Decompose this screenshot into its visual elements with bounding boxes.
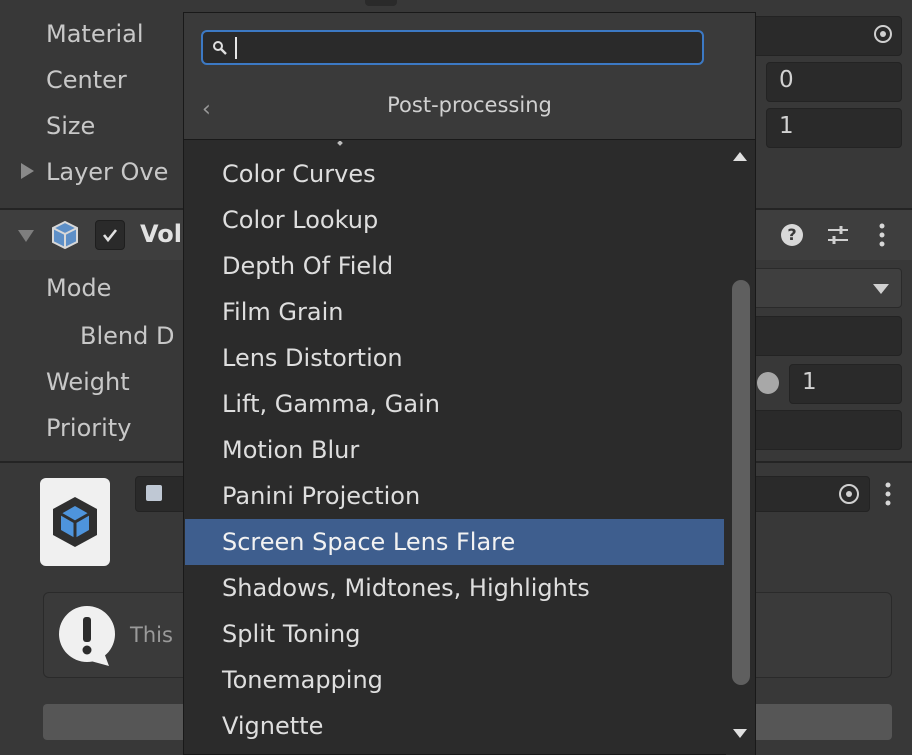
weight-label: Weight xyxy=(46,368,130,396)
volume-profile-cube-icon xyxy=(53,497,97,547)
blend-distance-field[interactable] xyxy=(750,316,902,356)
center-value: 0 xyxy=(779,67,794,93)
weight-field[interactable]: 1 xyxy=(789,364,902,404)
list-item[interactable]: Depth Of Field xyxy=(185,243,724,289)
asset-icon xyxy=(146,485,162,501)
material-field[interactable] xyxy=(750,16,902,56)
volume-component-title: Vol xyxy=(140,220,182,248)
list-item[interactable]: Film Grain xyxy=(185,289,724,335)
list-item[interactable]: Lift, Gamma, Gain xyxy=(185,381,724,427)
weight-value: 1 xyxy=(802,369,817,395)
material-label: Material xyxy=(46,20,144,48)
mode-dropdown[interactable] xyxy=(750,268,902,308)
weight-slider-handle[interactable] xyxy=(757,372,779,394)
scroll-up-arrow-icon[interactable] xyxy=(733,152,747,161)
text-caret xyxy=(235,37,237,59)
enable-checkbox[interactable] xyxy=(95,220,125,250)
search-input[interactable] xyxy=(201,30,704,65)
list-item[interactable]: Shadows, Midtones, Highlights xyxy=(185,565,724,611)
list-item[interactable]: Motion Blur xyxy=(185,427,724,473)
object-picker-icon[interactable] xyxy=(874,25,892,43)
mode-label: Mode xyxy=(46,274,112,302)
list-item[interactable]: Tonemapping xyxy=(185,657,724,703)
volume-cube-icon xyxy=(52,220,78,250)
foldout-arrow-down-icon[interactable] xyxy=(18,230,34,242)
top-clipped-control xyxy=(365,0,397,6)
category-title: Post-processing xyxy=(387,93,552,117)
kebab-menu-icon[interactable] xyxy=(882,481,894,507)
scroll-thumb[interactable] xyxy=(732,280,750,685)
list-item[interactable]: Lens Distortion xyxy=(185,335,724,381)
dropdown-arrow-icon xyxy=(873,284,889,294)
size-value: 1 xyxy=(779,113,794,139)
info-exclamation-icon xyxy=(59,606,115,666)
size-field[interactable]: 1 xyxy=(766,108,902,148)
search-icon xyxy=(213,41,227,55)
priority-field[interactable] xyxy=(750,410,902,450)
presets-icon[interactable] xyxy=(825,223,851,247)
layer-overrides-label[interactable]: Layer Ove xyxy=(46,158,168,186)
help-icon[interactable]: ? xyxy=(781,224,803,246)
size-label: Size xyxy=(46,112,96,140)
popup-header: ‹ Post-processing xyxy=(184,13,755,140)
list-item[interactable]: Vignette xyxy=(185,703,724,749)
foldout-arrow-icon[interactable] xyxy=(21,163,34,179)
info-text: This xyxy=(130,623,173,647)
center-field[interactable]: 0 xyxy=(766,62,902,102)
add-override-popup: ‹ Post-processing Color Curves Color Loo… xyxy=(183,12,756,755)
vertical-scrollbar[interactable] xyxy=(726,141,755,755)
clipped-item-remnant xyxy=(334,141,354,147)
checkmark-icon xyxy=(102,229,118,243)
list-item-selected[interactable]: Screen Space Lens Flare xyxy=(185,519,724,565)
list-item[interactable]: Color Lookup xyxy=(185,197,724,243)
scroll-down-arrow-icon[interactable] xyxy=(733,729,747,738)
profile-icon-tile xyxy=(40,478,110,566)
blend-distance-label: Blend D xyxy=(80,322,175,350)
profile-field-end[interactable] xyxy=(750,476,870,512)
list-item[interactable]: Panini Projection xyxy=(185,473,724,519)
priority-label: Priority xyxy=(46,414,132,442)
object-picker-icon[interactable] xyxy=(839,484,859,504)
list-item[interactable]: Color Curves xyxy=(185,151,724,197)
list-item[interactable]: Split Toning xyxy=(185,611,724,657)
center-label: Center xyxy=(46,66,127,94)
kebab-menu-icon[interactable] xyxy=(876,222,888,248)
